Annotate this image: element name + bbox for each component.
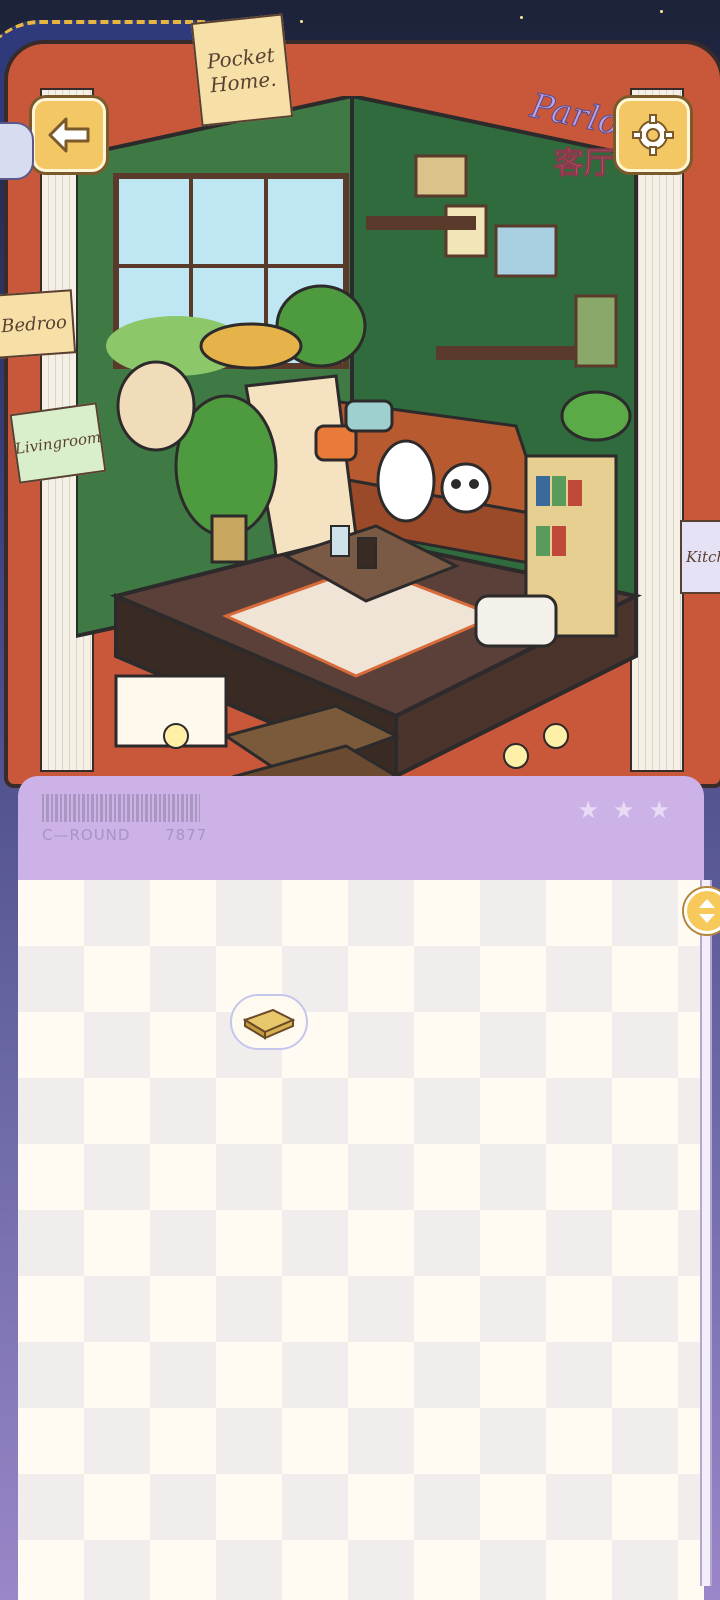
pocket-home-sign: Pocket Home.	[190, 13, 294, 127]
round-number: 7877	[165, 826, 208, 844]
barcode	[42, 794, 200, 822]
flower	[503, 743, 529, 769]
wooden-brick-icon	[242, 1008, 296, 1040]
inventory-panel-header: C—ROUND 7877 ★★★	[18, 776, 704, 881]
inventory-item-brick[interactable]	[230, 994, 308, 1050]
panda-plush	[440, 462, 492, 514]
scroll-handle[interactable]	[684, 888, 720, 934]
side-table	[199, 322, 303, 370]
potted-plant	[560, 390, 632, 442]
armchair	[116, 360, 196, 452]
star-pattern: ★★★	[577, 796, 684, 824]
flower	[163, 723, 189, 749]
inventory-grid[interactable]	[18, 880, 704, 1600]
picture-frame	[574, 294, 618, 368]
star	[300, 20, 303, 23]
livingroom-sign-label: Livingroom	[13, 428, 103, 458]
gear-icon	[632, 114, 674, 156]
picture-frame	[494, 224, 558, 278]
wall-shelf	[436, 346, 576, 360]
ottoman	[474, 594, 558, 648]
white-bunny-plush	[376, 439, 436, 523]
settings-button[interactable]	[616, 98, 690, 172]
round-label-text: C—ROUND	[42, 826, 131, 844]
picture-frame	[444, 204, 488, 258]
side-menu-tab[interactable]	[0, 122, 34, 180]
arrow-left-icon	[48, 117, 90, 153]
star	[520, 16, 523, 19]
wall-shelf	[366, 216, 476, 230]
flower	[543, 723, 569, 749]
picture-frame	[414, 154, 468, 198]
kitchen-sign-label: Kitch	[686, 548, 720, 566]
cushion	[344, 399, 394, 433]
back-button[interactable]	[32, 98, 106, 172]
round-label: C—ROUND 7877	[42, 826, 207, 844]
livingroom-sign[interactable]: Livingroom	[9, 402, 107, 484]
inventory-scrollbar[interactable]	[700, 880, 712, 1586]
up-down-arrows-icon	[699, 899, 715, 923]
bedroom-sign[interactable]: Bedroo	[0, 289, 77, 359]
kitchen-sign[interactable]: Kitch	[680, 520, 720, 594]
star	[660, 10, 663, 13]
bedroom-sign-label: Bedroo	[0, 311, 68, 337]
